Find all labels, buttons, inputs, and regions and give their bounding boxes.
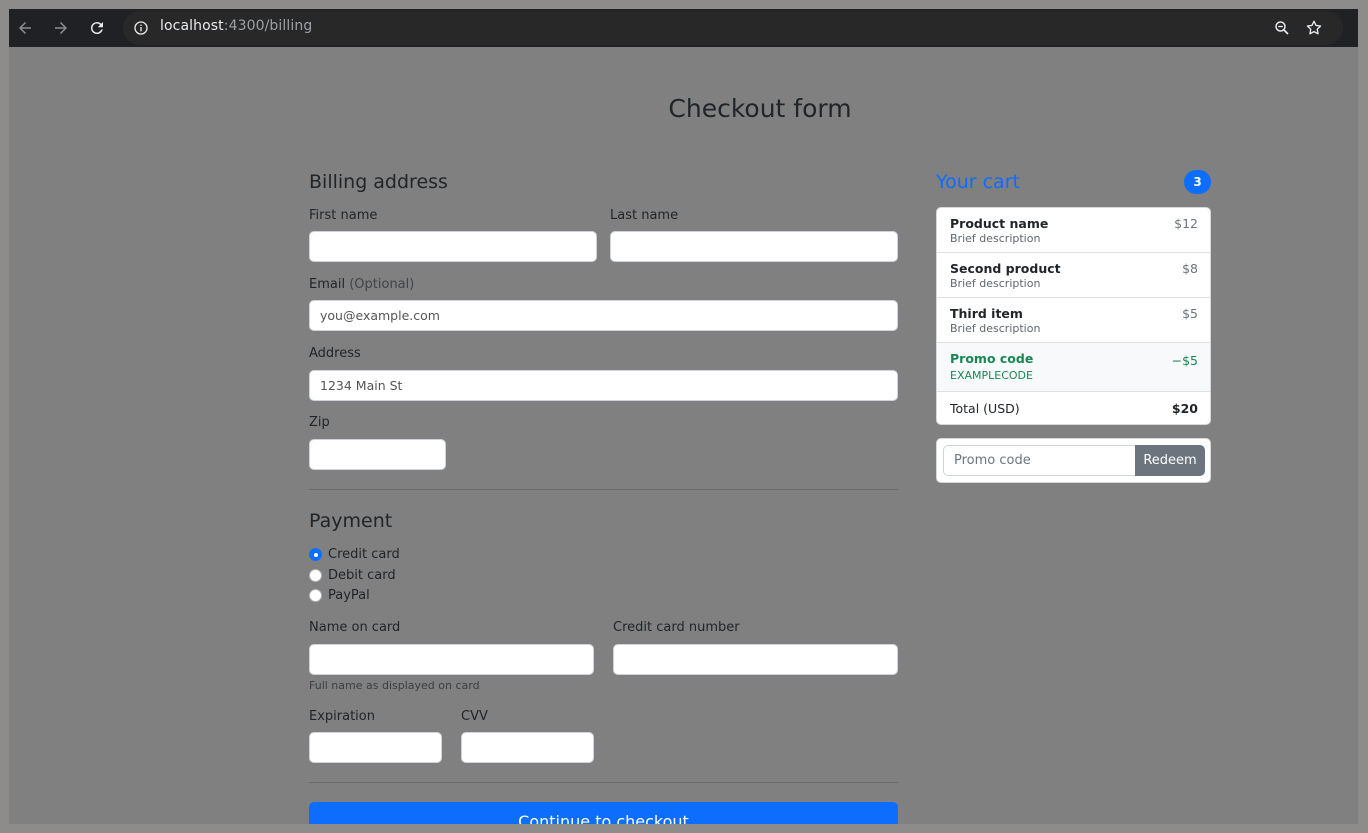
address-bar[interactable]: localhost:4300/billing [123,11,1343,45]
browser-toolbar: localhost:4300/billing [9,9,1358,47]
radio-icon[interactable] [309,589,322,602]
forward-icon[interactable] [49,16,73,40]
continue-to-checkout-button[interactable]: Continue to checkout [309,802,898,824]
promo-row: Promo code EXAMPLECODE −$5 [937,343,1210,392]
total-value: $20 [1171,401,1198,416]
name-on-card-label: Name on card [309,620,401,635]
total-label: Total (USD) [950,401,1020,416]
promo-amount: −$5 [1171,353,1198,368]
page-title: Checkout form [668,94,852,123]
name-on-card-help: Full name as displayed on card [309,679,480,692]
cart-list: Product name Brief description $12 Secon… [936,207,1211,425]
zip-input[interactable] [309,439,446,470]
cvv-label: CVV [461,709,488,724]
promo-code-input[interactable]: Promo code [943,445,1136,476]
name-on-card-input[interactable] [309,644,594,675]
redeem-button[interactable]: Redeem [1135,445,1205,476]
email-optional-note: (Optional) [349,277,415,292]
first-name-input[interactable] [309,231,597,262]
cart-item-name: Second product [950,261,1061,276]
cart-item-price: $5 [1182,306,1198,321]
cvv-input[interactable] [461,732,594,763]
email-input[interactable]: you@example.com [309,300,898,331]
cart-count-badge: 3 [1184,170,1211,194]
cart-item-desc: Brief description [950,277,1041,290]
expiration-label: Expiration [309,709,375,724]
promo-code: EXAMPLECODE [950,369,1033,382]
browser-window: localhost:4300/billing Checkout form Bil… [9,9,1358,824]
site-info-icon[interactable] [133,20,149,36]
address-label: Address [309,346,361,361]
reload-icon[interactable] [85,16,109,40]
cart-title: Your cart [936,171,1020,193]
radio-checked-icon[interactable] [309,548,322,561]
redeem-card: Promo code Redeem [936,438,1211,483]
zoom-icon[interactable] [1273,19,1291,37]
payment-option-credit[interactable]: Credit card [309,547,400,562]
section-divider [309,782,898,783]
back-icon[interactable] [13,16,37,40]
total-row: Total (USD) $20 [937,392,1210,424]
section-divider [309,489,898,490]
last-name-label: Last name [610,208,679,223]
cart-item-desc: Brief description [950,322,1041,335]
email-label: Email (Optional) [309,277,415,292]
last-name-input[interactable] [610,231,898,262]
card-number-label: Credit card number [613,620,740,635]
url-text[interactable]: localhost:4300/billing [160,18,312,34]
cart-item: Third item Brief description $5 [937,298,1210,343]
checkout-page: Checkout form Billing address First name… [9,47,1358,824]
card-number-input[interactable] [613,644,898,675]
cart-item-desc: Brief description [950,232,1041,245]
payment-section-title: Payment [309,510,393,532]
zip-label: Zip [309,415,330,430]
cart-item: Product name Brief description $12 [937,208,1210,253]
cart-item-price: $12 [1174,216,1198,231]
address-input[interactable]: 1234 Main St [309,370,898,401]
radio-icon[interactable] [309,569,322,582]
payment-option-paypal[interactable]: PayPal [309,588,370,603]
expiration-input[interactable] [309,732,442,763]
cart-item: Second product Brief description $8 [937,253,1210,298]
bookmark-star-icon[interactable] [1305,19,1323,37]
first-name-label: First name [309,208,378,223]
cart-item-name: Product name [950,216,1049,231]
payment-option-debit[interactable]: Debit card [309,568,396,583]
billing-section-title: Billing address [309,171,448,193]
promo-name: Promo code [950,351,1034,366]
cart-item-name: Third item [950,306,1023,321]
cart-item-price: $8 [1182,261,1198,276]
